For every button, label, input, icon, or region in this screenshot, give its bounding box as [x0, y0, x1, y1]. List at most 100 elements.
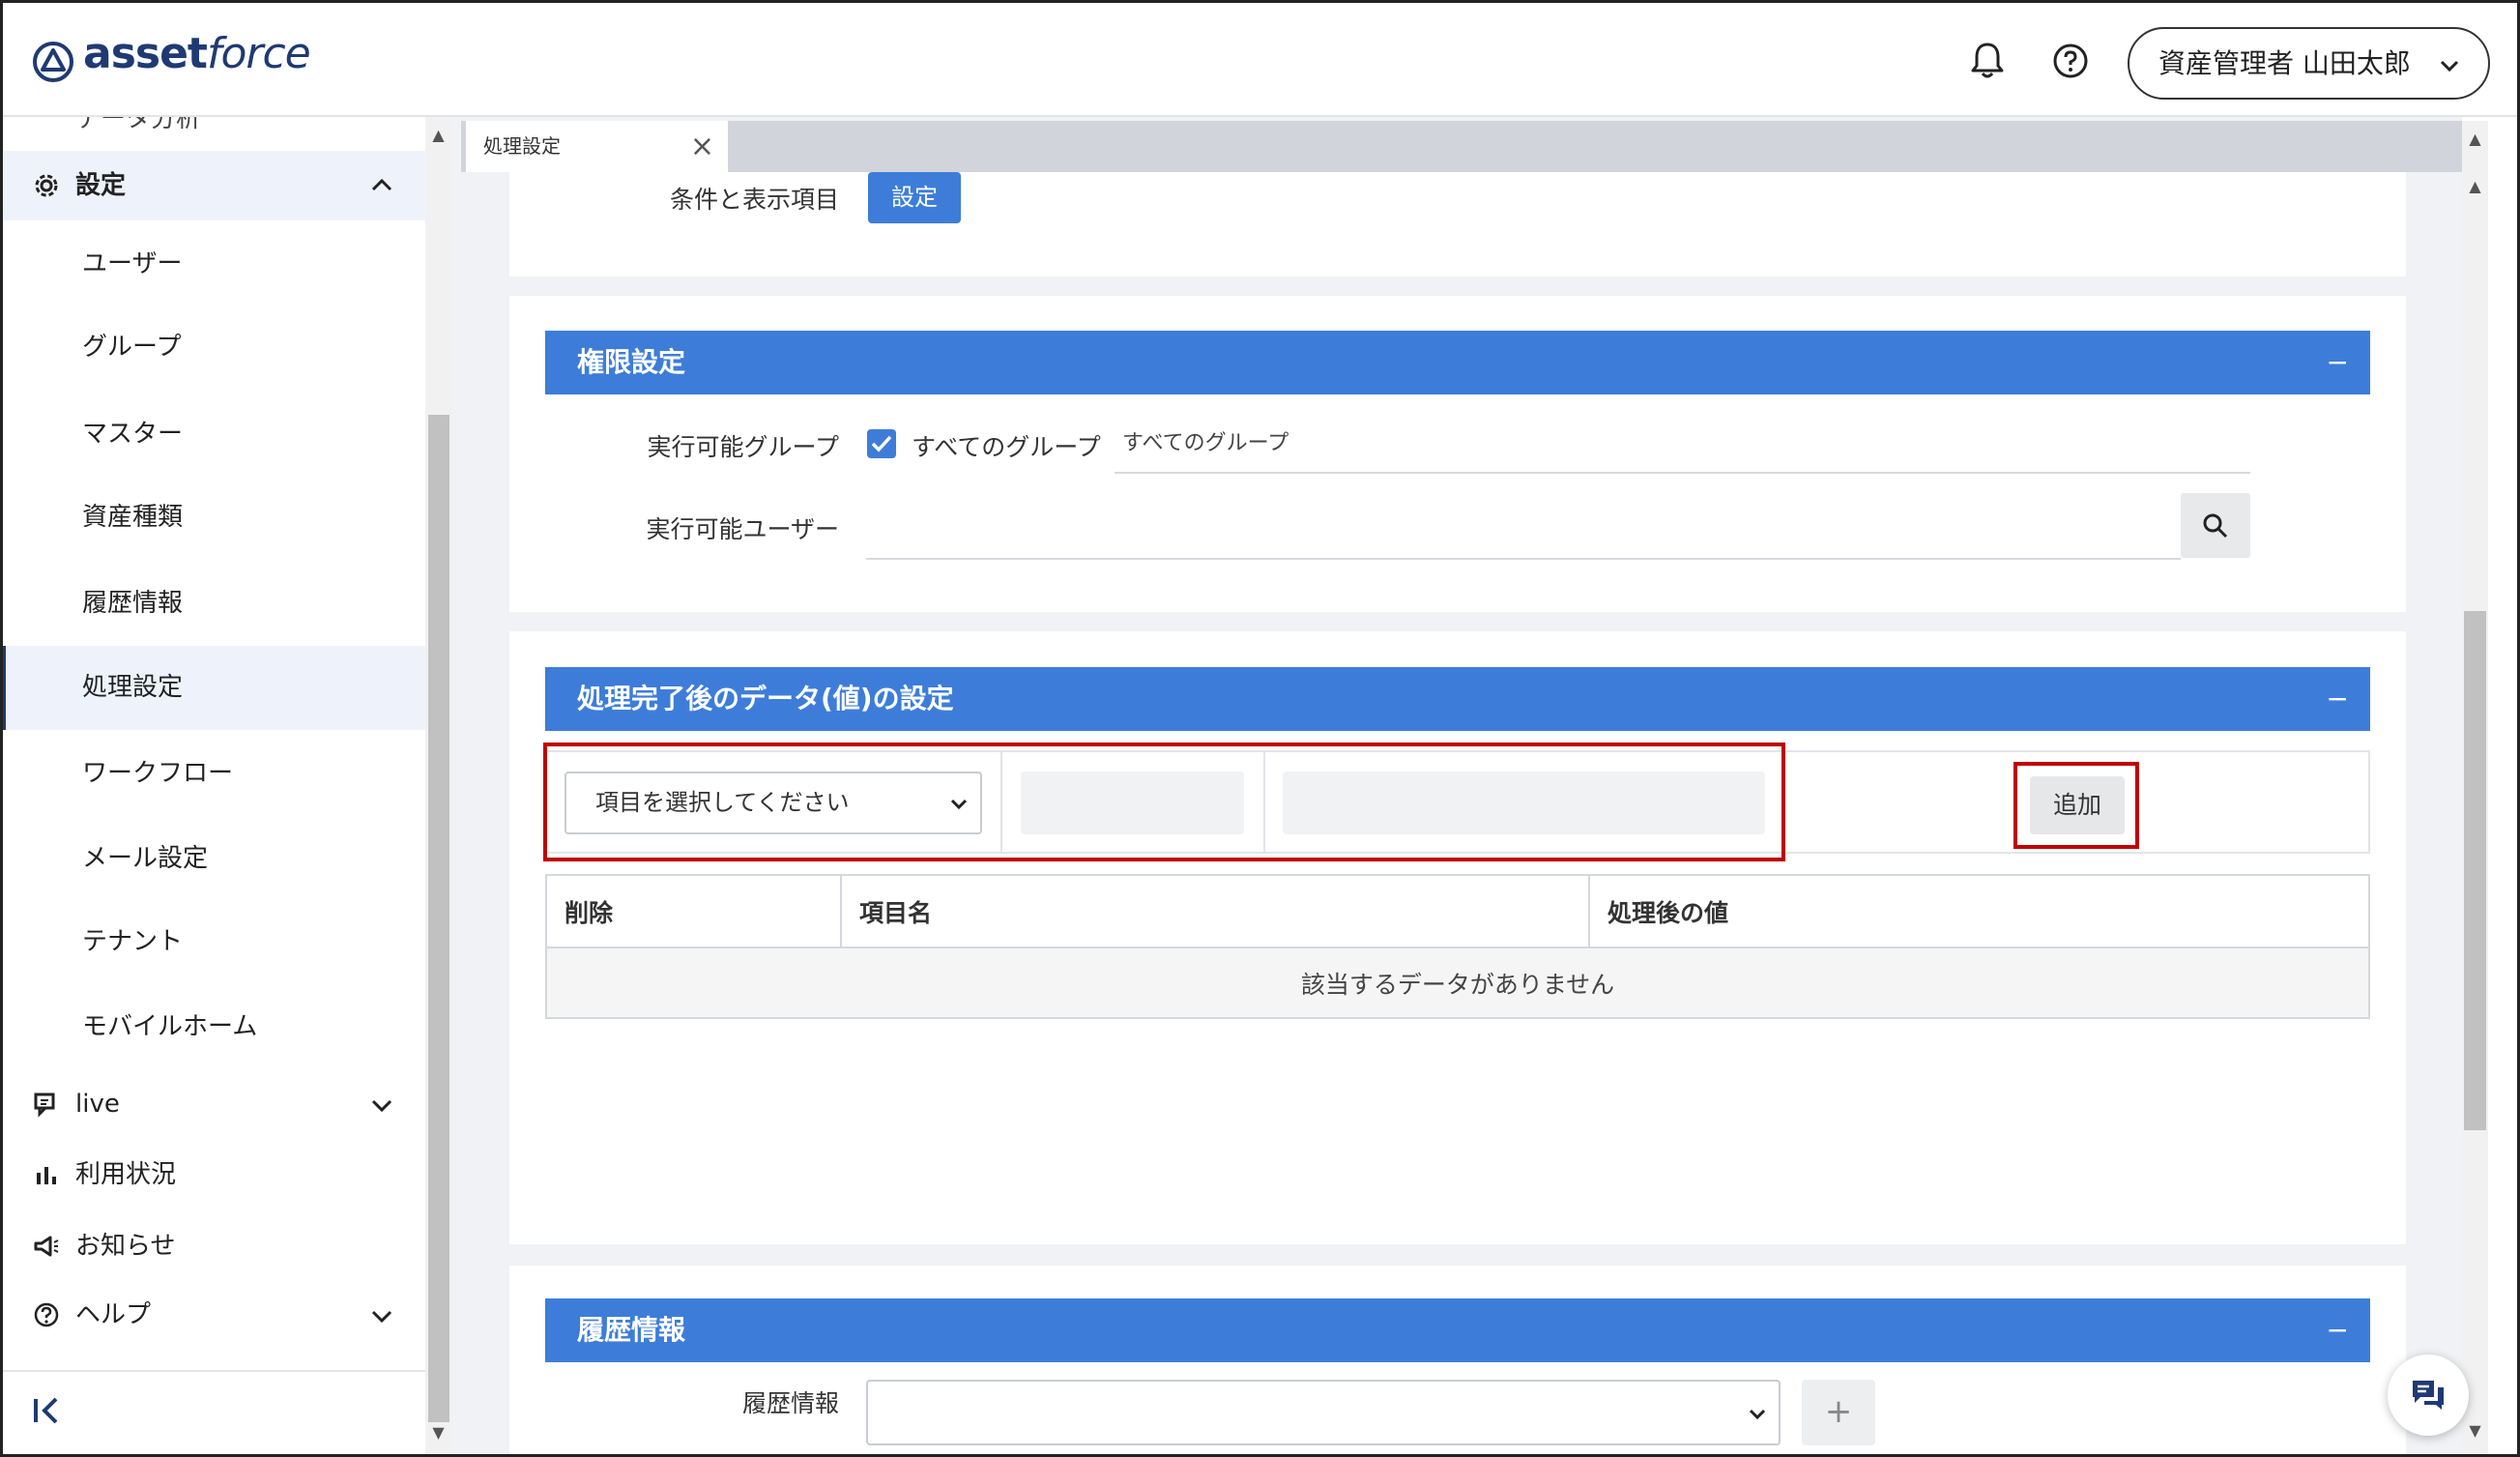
- sidebar-item-label: テナント: [82, 927, 184, 956]
- sidebar-item-news[interactable]: お知らせ: [0, 1217, 425, 1275]
- app-header: assetforce 資産管理者 山田太郎: [0, 0, 2520, 117]
- tab-bar: [461, 121, 2488, 172]
- value-input-large[interactable]: [1283, 772, 1765, 834]
- post-process-section-header[interactable]: 処理完了後のデータ(値)の設定 −: [545, 667, 2370, 731]
- sidebar-item-label: live: [75, 1090, 120, 1119]
- sidebar-item-tenant[interactable]: テナント: [0, 913, 425, 971]
- history-add-button[interactable]: +: [1802, 1380, 1875, 1445]
- bar-chart-icon: [37, 1167, 56, 1184]
- item-select-placeholder: 項目を選択してください: [595, 789, 850, 816]
- sidebar-item-label: お知らせ: [75, 1232, 176, 1261]
- all-groups-checkbox-label: すべてのグループ: [912, 433, 1101, 461]
- tab-process-settings[interactable]: 処理設定 ×: [466, 121, 728, 172]
- content-scroll-up-arrow-icon[interactable]: ▲: [2462, 177, 2488, 195]
- sidebar-item-live[interactable]: live: [0, 1075, 425, 1133]
- history-section-header[interactable]: 履歴情報 −: [545, 1298, 2370, 1362]
- sidebar-item-label: ワークフロー: [82, 759, 234, 788]
- sidebar-item-master[interactable]: マスター: [0, 405, 425, 463]
- user-menu-button[interactable]: 資産管理者 山田太郎: [2128, 27, 2490, 100]
- sidebar-item-groups[interactable]: グループ: [0, 318, 425, 376]
- section-title: 権限設定: [577, 346, 686, 378]
- sidebar-item-label: 履歴情報: [82, 589, 184, 618]
- chevron-down-icon: [950, 799, 968, 810]
- chevron-down-icon: [371, 1099, 392, 1113]
- add-button[interactable]: 追加: [2030, 776, 2125, 834]
- sidebar-item-label: データ分析: [75, 117, 202, 133]
- chevron-down-icon: [371, 1310, 392, 1324]
- value-input-small[interactable]: [1021, 772, 1244, 834]
- table-header-row: 削除 項目名 処理後の値: [545, 874, 2370, 948]
- executable-user-input[interactable]: [866, 495, 2181, 560]
- assetforce-logo-icon: [33, 42, 73, 82]
- sidebar-item-label: ヘルプ: [75, 1300, 152, 1329]
- help-circle-icon: [34, 1302, 59, 1327]
- sidebar-item-label: 利用状況: [75, 1160, 177, 1189]
- user-name: 資産管理者 山田太郎: [2158, 47, 2411, 79]
- bell-icon[interactable]: [1970, 41, 2005, 79]
- executable-group-label: 実行可能グループ: [647, 433, 839, 461]
- sidebar-item-mail-settings[interactable]: メール設定: [0, 830, 425, 888]
- empty-table-message: 該当するデータがありません: [545, 947, 2370, 1019]
- sidebar-scroll-down-arrow-icon[interactable]: ▼: [425, 1423, 451, 1442]
- content-scroll-up-arrow-icon[interactable]: ▲: [2462, 130, 2488, 148]
- tab-label: 処理設定: [483, 134, 561, 158]
- section-title: 処理完了後のデータ(値)の設定: [577, 683, 954, 714]
- gear-icon: [35, 174, 58, 197]
- sidebar-item-label: ユーザー: [82, 249, 183, 278]
- column-header-processed-value: 処理後の値: [1588, 874, 2370, 948]
- chevron-up-icon: [371, 178, 392, 191]
- history-select[interactable]: [866, 1380, 1781, 1445]
- post-process-table: 削除 項目名 処理後の値 該当するデータがありません: [545, 874, 2370, 1019]
- column-header-item-name: 項目名: [840, 874, 1590, 948]
- collapse-minus-icon[interactable]: −: [2327, 331, 2349, 394]
- sidebar-item-workflow[interactable]: ワークフロー: [0, 744, 425, 802]
- collapse-sidebar-icon[interactable]: [31, 1395, 62, 1426]
- chat-icon: [2413, 1381, 2444, 1410]
- sidebar-item-label: モバイルホーム: [82, 1012, 258, 1041]
- sidebar-item-history[interactable]: 履歴情報: [0, 574, 425, 632]
- collapse-minus-icon[interactable]: −: [2327, 1298, 2349, 1362]
- column-header-delete: 削除: [545, 874, 842, 948]
- sidebar-item-label: 設定: [75, 171, 127, 200]
- sidebar-item-usage[interactable]: 利用状況: [0, 1146, 425, 1204]
- chat-support-button[interactable]: [2388, 1355, 2469, 1436]
- logo-text-light: force: [206, 29, 311, 78]
- sidebar-item-settings[interactable]: 設定: [0, 151, 425, 220]
- logo-text-bold: asset: [83, 29, 208, 78]
- executable-user-label: 実行可能ユーザー: [646, 515, 839, 543]
- condition-label: 条件と表示項目: [669, 186, 839, 214]
- sidebar-item-process-settings[interactable]: 処理設定: [0, 646, 425, 730]
- collapse-minus-icon[interactable]: −: [2327, 667, 2349, 731]
- history-label: 履歴情報: [741, 1389, 839, 1417]
- item-select[interactable]: 項目を選択してください: [565, 772, 982, 834]
- close-tab-icon[interactable]: ×: [690, 121, 714, 172]
- user-search-button[interactable]: [2181, 493, 2250, 558]
- section-title: 履歴情報: [577, 1314, 686, 1346]
- sidebar-item-asset-types[interactable]: 資産種類: [0, 488, 425, 546]
- permission-section-header[interactable]: 権限設定 −: [545, 331, 2370, 394]
- chat-bubble-icon: [34, 1093, 55, 1118]
- megaphone-icon: [34, 1236, 59, 1257]
- chevron-down-icon: [2440, 60, 2459, 73]
- all-groups-checkbox[interactable]: [867, 429, 896, 458]
- condition-settings-button[interactable]: 設定: [868, 172, 961, 223]
- content-scroll-down-arrow-icon[interactable]: ▼: [2462, 1421, 2488, 1440]
- sidebar-item-users[interactable]: ユーザー: [0, 235, 425, 293]
- sidebar-item-label: マスター: [82, 420, 184, 449]
- sidebar: データ分析 設定 ユーザー グループ マスター 資産種類 履歴情報 処理設定 ワ…: [0, 117, 425, 1457]
- sidebar-item-label: メール設定: [82, 844, 209, 873]
- sidebar-item-label: 資産種類: [82, 503, 184, 532]
- executable-group-field[interactable]: すべてのグループ: [1115, 416, 2250, 474]
- sidebar-item-mobile-home[interactable]: モバイルホーム: [0, 998, 425, 1056]
- sidebar-scrollbar-thumb[interactable]: [428, 415, 449, 1422]
- app-logo[interactable]: assetforce: [83, 29, 311, 78]
- checkmark-icon: [871, 435, 892, 452]
- help-icon[interactable]: [2052, 43, 2089, 79]
- sidebar-item-data-analysis[interactable]: データ分析: [0, 117, 425, 148]
- sidebar-scroll-up-arrow-icon[interactable]: ▲: [425, 126, 451, 144]
- sidebar-item-help[interactable]: ヘルプ: [0, 1286, 425, 1344]
- search-icon: [2203, 513, 2228, 539]
- content-scrollbar-thumb[interactable]: [2464, 611, 2486, 1130]
- sidebar-item-label: グループ: [82, 333, 182, 362]
- sidebar-divider: [0, 1370, 425, 1372]
